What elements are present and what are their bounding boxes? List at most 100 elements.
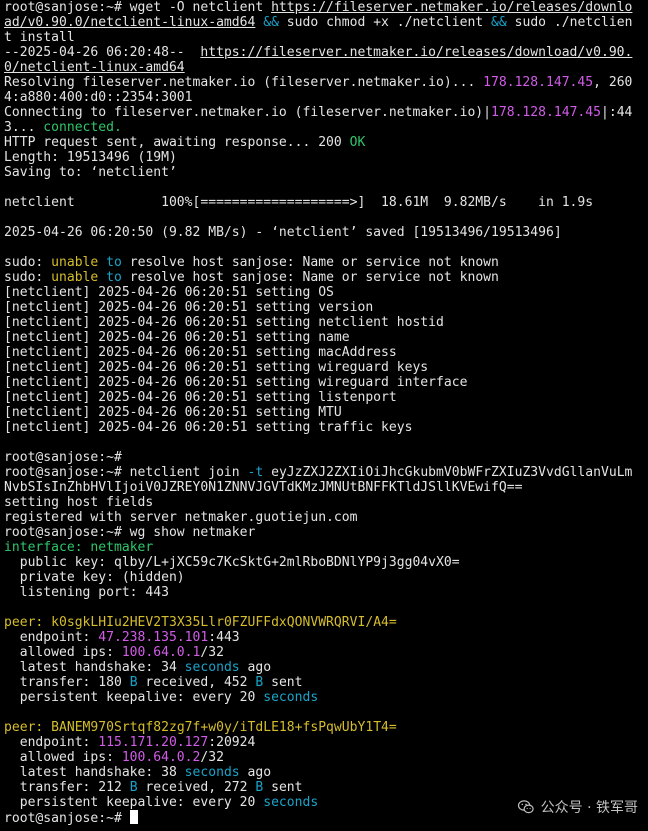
terminal-text: sent: [263, 675, 303, 690]
terminal-line: allowed ips: 100.64.0.1/32: [4, 645, 648, 660]
terminal-line: interface: netmaker: [4, 540, 648, 555]
terminal-line: private key: (hidden): [4, 570, 648, 585]
terminal-text: [netclient] 2025-04-26 06:20:51 setting …: [4, 420, 413, 435]
url-link[interactable]: https://fileserver.netmaker.io/releases/…: [271, 0, 632, 15]
terminal-line: 4:a880:400:d0::2354:3001: [4, 90, 648, 105]
terminal-text: received, 272: [137, 780, 256, 795]
terminal-line: latest handshake: 34 seconds ago: [4, 660, 648, 675]
terminal-text: peer:: [4, 615, 44, 630]
terminal-line: public key: qlby/L+jXC59c7KcSktG+2mlRboB…: [4, 555, 648, 570]
terminal-text: BANEM970Srtqf82zg7f+w0y/iTdLE18+fsPqwUbY…: [51, 720, 397, 735]
terminal-text: [netclient] 2025-04-26 06:20:51 setting …: [4, 300, 374, 315]
url-link[interactable]: 0/netclient-linux-amd64: [4, 60, 185, 75]
terminal-text: unable: [51, 270, 99, 285]
terminal-text: allowed ips:: [4, 750, 122, 765]
terminal-text: 2025-04-26 06:20:50 (9.82 MB/s) - ‘netcl…: [4, 225, 562, 240]
terminal-line: 2025-04-26 06:20:50 (9.82 MB/s) - ‘netcl…: [4, 225, 648, 240]
terminal-line: [netclient] 2025-04-26 06:20:51 setting …: [4, 405, 648, 420]
terminal-text: listening port: 443: [4, 585, 169, 600]
terminal-line: persistent keepalive: every 20 seconds: [4, 690, 648, 705]
terminal-text: , 260: [593, 75, 633, 90]
terminal-text: persistent keepalive: every 20: [4, 795, 264, 810]
terminal-line: netclient 100%[===================>] 18.…: [4, 195, 648, 210]
terminal-text: sudo chmod +x ./netclient: [278, 15, 492, 30]
terminal-text: netclient 100%[===================>] 18.…: [4, 195, 594, 210]
terminal-line: transfer: 212 B received, 272 B sent: [4, 780, 648, 795]
terminal-text: 100.64.0.1: [121, 645, 201, 660]
terminal-text: seconds: [184, 660, 240, 675]
terminal-text: Saving to: ‘netclient’: [4, 165, 177, 180]
terminal-text: connected.: [43, 120, 122, 135]
terminal-line: Length: 19513496 (19M): [4, 150, 648, 165]
terminal-text: peer:: [4, 720, 44, 735]
terminal-line: endpoint: 47.238.135.101:443: [4, 630, 648, 645]
terminal-text: &&: [491, 15, 507, 30]
terminal-text: public key: qlby/L+jXC59c7KcSktG+2mlRboB…: [4, 555, 460, 570]
terminal-text: 47.238.135.101: [98, 630, 209, 645]
terminal-text: sudo ./netclien: [506, 15, 633, 30]
terminal-text: 178.128.147.45: [483, 75, 594, 90]
terminal-text: seconds: [184, 765, 240, 780]
terminal-output[interactable]: root@sanjose:~# wget -O netclient https:…: [0, 0, 648, 831]
terminal-line: [netclient] 2025-04-26 06:20:51 setting …: [4, 285, 648, 300]
terminal-text: [netclient] 2025-04-26 06:20:51 setting …: [4, 375, 468, 390]
terminal-line: root@sanjose:~# wget -O netclient https:…: [4, 0, 648, 15]
terminal-text: received, 452: [137, 675, 256, 690]
terminal-line: root@sanjose:~#: [4, 450, 648, 465]
terminal-text: [netclient] 2025-04-26 06:20:51 setting …: [4, 390, 397, 405]
terminal-text: k0sgkLHIu2HEV2T3X35Llr0FZUFFdxQONVWRQRVI…: [51, 615, 397, 630]
terminal-line: peer: BANEM970Srtqf82zg7f+w0y/iTdLE18+fs…: [4, 720, 648, 735]
terminal-text: --2025-04-26 06:20:48--: [4, 45, 201, 60]
terminal-line: [netclient] 2025-04-26 06:20:51 setting …: [4, 300, 648, 315]
terminal-text: t install: [4, 30, 75, 45]
terminal-line: --2025-04-26 06:20:48-- https://fileserv…: [4, 45, 648, 60]
terminal-text: HTTP request sent, awaiting response... …: [4, 135, 350, 150]
terminal-line: Saving to: ‘netclient’: [4, 165, 648, 180]
terminal-text: root@sanjose:~#: [4, 811, 130, 826]
terminal-line: ad/v0.90.0/netclient-linux-amd64 && sudo…: [4, 15, 648, 30]
terminal-text: :20924: [208, 735, 256, 750]
terminal-text: 4:a880:400:d0::2354:3001: [4, 90, 193, 105]
terminal-line: t install: [4, 30, 648, 45]
terminal-text: [netclient] 2025-04-26 06:20:51 setting …: [4, 405, 342, 420]
terminal-text: 100.64.0.2: [121, 750, 201, 765]
terminal-text: [netclient] 2025-04-26 06:20:51 setting …: [4, 330, 350, 345]
terminal-text: to: [106, 255, 122, 270]
terminal-text: /32: [200, 750, 224, 765]
wechat-icon: [517, 800, 534, 814]
terminal-text: registered with server netmaker.guotieju…: [4, 510, 358, 525]
terminal-text: to: [106, 270, 122, 285]
terminal-text: private key: (hidden): [4, 570, 185, 585]
terminal-text: Resolving fileserver.netmaker.io (filese…: [4, 75, 484, 90]
terminal-text: setting host fields: [4, 495, 154, 510]
terminal-line: latest handshake: 38 seconds ago: [4, 765, 648, 780]
terminal-text: seconds: [263, 795, 319, 810]
terminal-line: sudo: unable to resolve host sanjose: Na…: [4, 270, 648, 285]
terminal-line: registered with server netmaker.guotieju…: [4, 510, 648, 525]
terminal-line: [netclient] 2025-04-26 06:20:51 setting …: [4, 315, 648, 330]
terminal-text: resolve host sanjose: Name or service no…: [121, 270, 499, 285]
terminal-line: endpoint: 115.171.20.127:20924: [4, 735, 648, 750]
terminal-text: root@sanjose:~# wget -O netclient: [4, 0, 272, 15]
terminal-text: |:44: [600, 105, 633, 120]
terminal-text: endpoint:: [4, 735, 99, 750]
terminal-line: NvbSIsInZhbHVlIjoiV0JZREY0N1ZNNVJGVTdKMz…: [4, 480, 648, 495]
terminal-text: 178.128.147.45: [491, 105, 601, 120]
terminal-text: [netclient] 2025-04-26 06:20:51 setting …: [4, 360, 429, 375]
watermark-text: 公众号 · 铁军哥: [540, 800, 638, 816]
terminal-text: ago: [239, 765, 272, 780]
terminal-text: root@sanjose:~# wg show netmaker: [4, 525, 256, 540]
terminal-text: B: [129, 675, 138, 690]
terminal-text: seconds: [263, 690, 319, 705]
url-link[interactable]: https://fileserver.netmaker.io/releases/…: [200, 45, 632, 60]
terminal-line: transfer: 180 B received, 452 B sent: [4, 675, 648, 690]
terminal-text: ago: [239, 660, 272, 675]
terminal-line: [netclient] 2025-04-26 06:20:51 setting …: [4, 345, 648, 360]
terminal-text: transfer: 212: [4, 780, 130, 795]
url-link[interactable]: ad/v0.90.0/netclient-linux-amd64: [4, 15, 255, 30]
